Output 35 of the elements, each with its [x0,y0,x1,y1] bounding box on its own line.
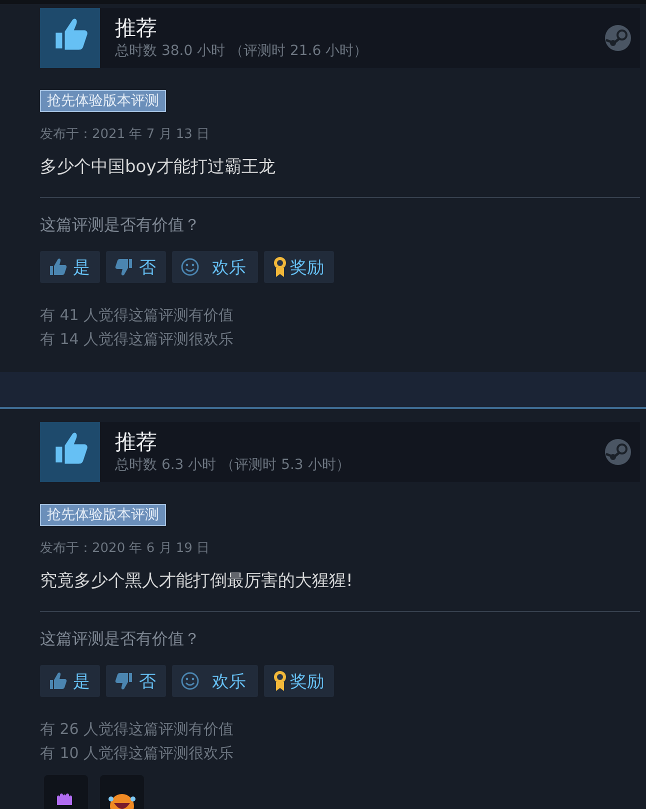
funny-button[interactable]: 欢乐 [172,665,258,697]
steam-icon [604,438,632,466]
early-access-badge: 抢先体验版本评测 [40,504,166,526]
smiley-icon [180,671,200,691]
thumbs-down-icon [114,671,134,691]
smiley-icon [180,257,200,277]
funny-button[interactable]: 欢乐 [172,251,258,283]
helpful-question: 这篇评测是否有价值？ [40,629,201,649]
no-button[interactable]: 否 [106,665,166,697]
vote-count: 有 26 人觉得这篇评测有价值 [40,719,235,740]
thumbs-up-icon [48,257,68,277]
helpful-question: 这篇评测是否有价值？ [40,215,201,235]
award-icon [272,256,288,278]
playtime-text: 总时数 6.3 小时 （评测时 5.3 小时） [115,456,351,475]
post-date: 发布于：2020 年 6 月 19 日 [40,540,211,558]
laughing-emoji-icon [107,791,137,809]
award-button[interactable]: 奖励 [264,665,334,697]
post-date: 发布于：2021 年 7 月 13 日 [40,126,211,144]
playtime-text: 总时数 38.0 小时 （评测时 21.6 小时） [115,42,369,61]
review-text: 多少个中国boy才能打过霸王龙 [40,156,276,178]
award-button[interactable]: 奖励 [264,251,334,283]
award-icon [272,670,288,692]
yes-button[interactable]: 是 [40,251,100,283]
thumbs-down-icon [114,257,134,277]
vote-count: 有 10 人觉得这篇评测很欢乐 [40,743,235,764]
yes-button[interactable]: 是 [40,665,100,697]
early-access-badge: 抢先体验版本评测 [40,90,166,112]
thumbs-up-icon [48,671,68,691]
review-verdict: 推荐 [115,15,158,41]
no-button[interactable]: 否 [106,251,166,283]
vote-count: 有 14 人觉得这篇评测很欢乐 [40,329,235,350]
steam-icon [604,24,632,52]
review-text: 究竟多少个黑人才能打倒最厉害的大猩猩! [40,570,354,592]
vote-count: 有 41 人觉得这篇评测有价值 [40,305,235,326]
review-verdict: 推荐 [115,429,158,455]
